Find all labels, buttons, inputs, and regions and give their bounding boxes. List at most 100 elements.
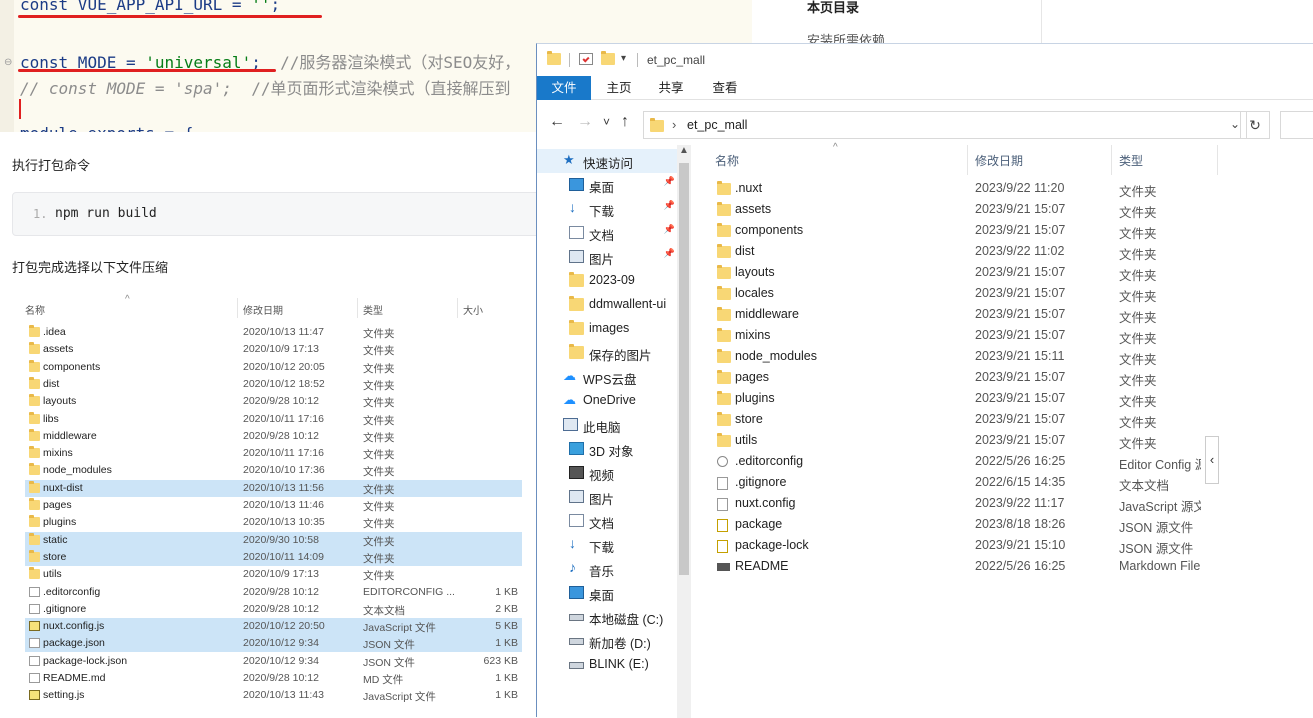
file-row[interactable]: locales 2023/9/21 15:07 文件夹 — [705, 283, 1215, 304]
modified-date: 2022/6/15 14:35 — [975, 475, 1066, 489]
file-row[interactable]: components 2023/9/21 15:07 文件夹 — [705, 220, 1215, 241]
nav-item[interactable]: 图片 📌 — [537, 245, 677, 269]
nav-item[interactable]: 视频 — [537, 461, 677, 485]
nav-item[interactable]: BLINK (E:) — [537, 653, 677, 677]
refresh-button[interactable]: ↻ — [1240, 111, 1270, 139]
scroll-up-icon[interactable]: ▲ — [679, 145, 689, 156]
file-row[interactable]: .editorconfig 2022/5/26 16:25 Editor Confi… — [705, 451, 1215, 472]
address-bar[interactable]: › et_pc_mall ⌄ — [643, 111, 1247, 139]
tab-view[interactable]: 查看 — [703, 76, 747, 100]
nav-scrollbar[interactable]: ▲ — [677, 145, 691, 718]
file-row[interactable]: package-lock 2023/9/21 15:10 JSON 源文件 — [705, 535, 1215, 556]
folder-icon — [717, 307, 731, 321]
properties-icon[interactable] — [579, 53, 593, 65]
nav-item[interactable]: 3D 对象 — [537, 437, 677, 461]
modified-date: 2023/9/21 15:07 — [975, 370, 1066, 384]
tab-file[interactable]: 文件 — [537, 76, 591, 100]
customize-toolbar-icon[interactable]: ▾ — [621, 53, 635, 65]
nav-item[interactable]: images — [537, 317, 677, 341]
address-dropdown-icon[interactable]: ⌄ — [1230, 117, 1240, 131]
forward-arrow-icon[interactable]: → — [577, 113, 593, 131]
up-arrow-icon[interactable]: ↑ — [621, 113, 629, 131]
folder-icon — [29, 428, 40, 441]
file-row[interactable]: node_modules 2023/9/21 15:11 文件夹 — [705, 346, 1215, 367]
column-header-type[interactable]: 类型 — [1119, 152, 1143, 169]
nav-item[interactable]: ☁ OneDrive — [537, 389, 677, 413]
file-type: JavaScript 文件 — [363, 691, 436, 704]
tab-share[interactable]: 共享 — [649, 76, 693, 100]
file-name: layouts — [735, 265, 775, 279]
explorer-screenshot-image: 名称 ^ 修改日期 类型 大小 .idea 2020/10/13 11:47 文件夹… — [17, 292, 527, 712]
file-row[interactable]: middleware 2023/9/21 15:07 文件夹 — [705, 304, 1215, 325]
preview-pane-toggle[interactable]: ‹ — [1205, 436, 1219, 484]
new-folder-icon[interactable] — [601, 51, 615, 65]
tab-home[interactable]: 主页 — [597, 76, 641, 100]
modified-date: 2020/9/28 10:12 — [243, 395, 319, 408]
file-row[interactable]: package 2023/8/18 18:26 JSON 源文件 — [705, 514, 1215, 535]
folder-icon — [717, 223, 731, 237]
nav-item[interactable]: 此电脑 — [537, 413, 677, 437]
file-row[interactable]: .nuxt 2023/9/22 11:20 文件夹 — [705, 178, 1215, 199]
column-divider[interactable] — [1217, 145, 1218, 175]
nav-item[interactable]: ↓ 下载 📌 — [537, 197, 677, 221]
column-divider[interactable] — [967, 145, 968, 175]
file-row[interactable]: dist 2023/9/22 11:02 文件夹 — [705, 241, 1215, 262]
nav-item[interactable]: 本地磁盘 (C:) — [537, 605, 677, 629]
nav-item[interactable]: 新加卷 (D:) — [537, 629, 677, 653]
nav-item[interactable]: 保存的图片 — [537, 341, 677, 365]
file-explorer-window: ▾ et_pc_mall 文件 主页 共享 查看 ← → ˅ ↑ › et_pc… — [536, 43, 1313, 718]
nav-item[interactable]: 图片 — [537, 485, 677, 509]
scrollbar-thumb[interactable] — [679, 163, 689, 575]
nav-item[interactable]: ddmwallent-ui — [537, 293, 677, 317]
file-type: 文件夹 — [363, 379, 395, 392]
modified-date: 2023/9/21 15:07 — [975, 307, 1066, 321]
modified-date: 2022/5/26 16:25 — [975, 454, 1066, 468]
file-type: 文件夹 — [363, 449, 395, 462]
search-input[interactable] — [1280, 111, 1313, 139]
nav-item[interactable]: 文档 📌 — [537, 221, 677, 245]
nav-item[interactable]: 文档 — [537, 509, 677, 533]
file-row[interactable]: store 2023/9/21 15:07 文件夹 — [705, 409, 1215, 430]
nav-item[interactable]: 桌面 — [537, 581, 677, 605]
column-divider[interactable] — [1111, 145, 1112, 175]
picture-icon — [569, 490, 584, 503]
text-file-icon — [717, 477, 728, 490]
breadcrumb-current[interactable]: et_pc_mall — [687, 118, 747, 132]
build-command-block: 1. npm run build — [12, 192, 542, 236]
modified-date: 2020/10/12 18:52 — [243, 377, 325, 390]
breadcrumb-chevron-icon[interactable]: › — [672, 117, 676, 132]
file-row[interactable]: plugins 2023/9/21 15:07 文件夹 — [705, 388, 1215, 409]
zip-heading: 打包完成选择以下文件压缩 — [12, 260, 169, 275]
file-type: Markdown File — [1119, 559, 1201, 573]
nav-item[interactable]: 2023-09 — [537, 269, 677, 293]
file-row[interactable]: pages 2023/9/21 15:07 文件夹 — [705, 367, 1215, 388]
column-header-name[interactable]: 名称 — [715, 152, 739, 169]
recent-locations-icon[interactable]: ˅ — [603, 115, 610, 129]
file-row[interactable]: .gitignore 2022/6/15 14:35 文本文档 — [705, 472, 1215, 493]
file-row[interactable]: nuxt.config 2023/9/22 11:17 JavaScript 源文件 — [705, 493, 1215, 514]
file-name: utils — [735, 433, 758, 447]
file-row[interactable]: utils 2023/9/21 15:07 文件夹 — [705, 430, 1215, 451]
cube-icon — [569, 442, 584, 455]
nav-item[interactable]: ★ 快速访问 — [537, 149, 677, 173]
file-row[interactable]: layouts 2023/9/21 15:07 文件夹 — [705, 262, 1215, 283]
nav-item[interactable]: ☁ WPS云盘 — [537, 365, 677, 389]
column-divider — [457, 298, 458, 318]
file-row[interactable]: mixins 2023/9/21 15:07 文件夹 — [705, 325, 1215, 346]
toc-title: 本页目录 — [807, 0, 860, 15]
title-bar: ▾ et_pc_mall — [537, 44, 1313, 76]
file-name: .editorconfig — [43, 585, 101, 598]
nav-item[interactable]: ♪ 音乐 — [537, 557, 677, 581]
file-row[interactable]: assets 2023/9/21 15:07 文件夹 — [705, 199, 1215, 220]
nav-label: 音乐 — [589, 565, 615, 579]
nav-item[interactable]: 桌面 📌 — [537, 173, 677, 197]
column-header-date[interactable]: 修改日期 — [975, 152, 1023, 169]
folder-icon — [29, 446, 40, 459]
file-name: README.md — [43, 672, 106, 684]
modified-date: 2020/10/13 11:47 — [243, 326, 324, 338]
table-row: store 2020/10/11 14:09 文件夹 — [25, 548, 522, 566]
back-arrow-icon[interactable]: ← — [549, 113, 565, 131]
nav-item[interactable]: ↓ 下载 — [537, 533, 677, 557]
file-row[interactable]: README 2022/5/26 16:25 Markdown File — [705, 556, 1215, 577]
file-type: JavaScript 文件 — [363, 622, 436, 635]
